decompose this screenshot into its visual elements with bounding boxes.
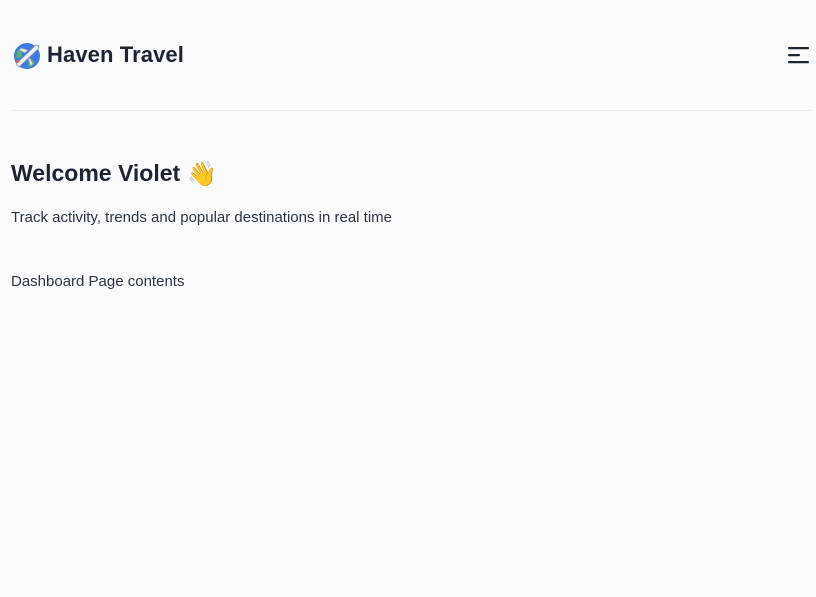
waving-hand-icon: 👋 [187, 159, 218, 188]
menu-toggle-icon [788, 47, 809, 64]
page-title: Welcome Violet 👋 [11, 160, 217, 187]
globe-airplane-icon [14, 43, 40, 69]
brand[interactable]: Haven Travel [11, 38, 184, 72]
page-subtitle: Track activity, trends and popular desti… [11, 209, 393, 226]
welcome-text: Welcome Violet [11, 160, 181, 186]
menu-toggle-button[interactable] [787, 44, 811, 66]
page-contents-text: Dashboard Page contents [11, 273, 185, 290]
top-header: Haven Travel [11, 0, 811, 111]
brand-name: Haven Travel [47, 42, 184, 67]
